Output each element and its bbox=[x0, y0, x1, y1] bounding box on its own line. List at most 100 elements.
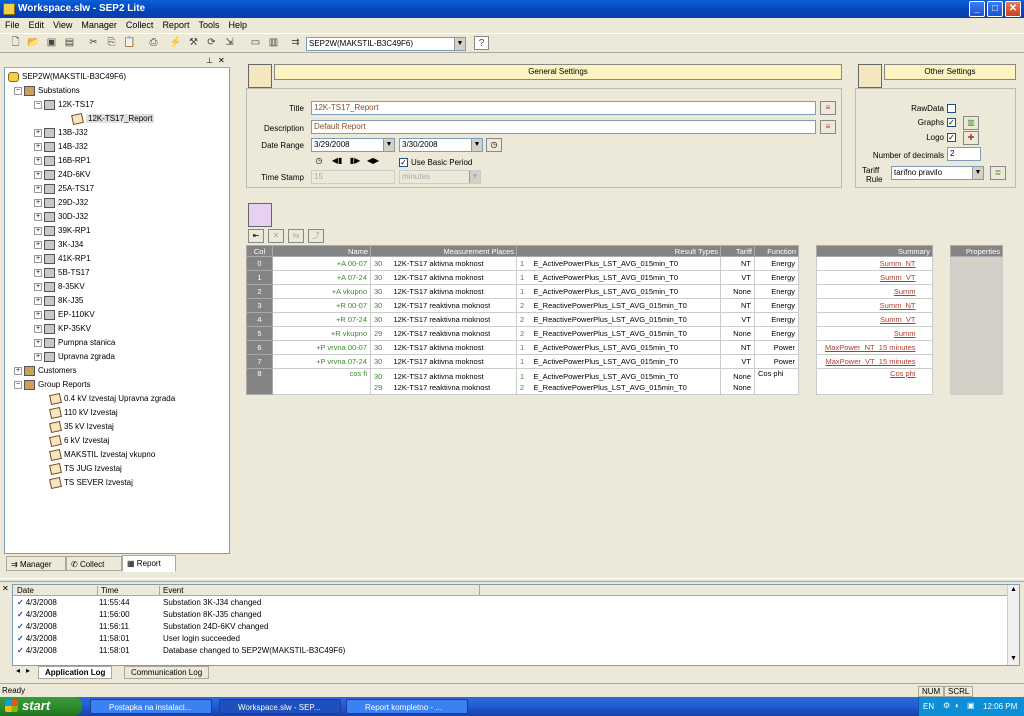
tree-substation-item[interactable]: +24D-6KV bbox=[34, 170, 90, 180]
pin-icon[interactable]: ⊥ bbox=[206, 56, 213, 65]
collapse-icon[interactable]: − bbox=[34, 101, 42, 109]
grid-name-cell[interactable]: cos fi bbox=[272, 368, 371, 395]
save-all-icon[interactable]: ▤ bbox=[62, 36, 77, 50]
grid-mp-id-cell[interactable]: 30 bbox=[370, 256, 391, 271]
grid-name-cell[interactable]: +R vkupno bbox=[272, 326, 371, 341]
splitter[interactable] bbox=[0, 578, 1024, 582]
tree-substation-item[interactable]: +30D-J32 bbox=[34, 212, 88, 222]
grid-rt-cell[interactable]: E_ActivePowerPlus_LST_AVG_015min_T0 bbox=[530, 256, 721, 271]
tree-substation-item[interactable]: +14B-J32 bbox=[34, 142, 88, 152]
grid-function-cell[interactable]: Energy bbox=[754, 270, 799, 285]
expand-icon[interactable]: + bbox=[34, 129, 42, 137]
grid-rt-cell[interactable]: E_ReactivePowerPlus_LST_AVG_015min_T0 bbox=[530, 312, 721, 327]
time-stamp-unit-select[interactable]: minutes ▼ bbox=[399, 170, 481, 184]
grid-mp-cell[interactable]: 12K-TS17 aktivna moknost bbox=[390, 340, 517, 355]
decimals-input[interactable]: 2 bbox=[947, 147, 981, 161]
tab-scroll-right-icon[interactable]: ▸ bbox=[26, 666, 30, 675]
export-icon[interactable]: ⇲ bbox=[222, 36, 237, 50]
grid-rt-id-cell[interactable]: 1 bbox=[516, 256, 531, 271]
expand-icon[interactable]: + bbox=[34, 227, 42, 235]
grid-rt-cell[interactable]: E_ActivePowerPlus_LST_AVG_015min_T0 bbox=[530, 354, 721, 369]
collapse-icon[interactable]: − bbox=[14, 87, 22, 95]
grid-mp-cell[interactable]: 12K-TS17 aktivna moknost bbox=[390, 284, 517, 299]
tab-application-log[interactable]: Application Log bbox=[38, 666, 113, 679]
grid-summary-cell[interactable]: Cos phi bbox=[816, 368, 919, 395]
grid-summary-cell[interactable]: Summ_VT bbox=[816, 270, 919, 285]
time-stamp-input[interactable]: 15 bbox=[311, 170, 395, 184]
tree-substation-open[interactable]: − 12K-TS17 bbox=[34, 100, 94, 110]
copy-column-icon[interactable]: ⤴ bbox=[308, 229, 324, 243]
cut-icon[interactable]: ✂ bbox=[86, 36, 101, 50]
expand-icon[interactable]: + bbox=[34, 283, 42, 291]
tree-report-selected[interactable]: 12K-TS17_Report bbox=[71, 112, 155, 126]
grid-name-cell[interactable]: +A 07-24 bbox=[272, 270, 371, 285]
refresh-icon[interactable]: ⟳ bbox=[204, 36, 219, 50]
volume-icon[interactable]: ◐ bbox=[955, 701, 960, 710]
expand-icon[interactable]: + bbox=[34, 171, 42, 179]
grid-rt-id-cell[interactable]: 1 bbox=[516, 340, 531, 355]
grid-function-cell[interactable]: Power bbox=[754, 354, 799, 369]
grid-rt-cell[interactable]: E_ActivePowerPlus_LST_AVG_015min_T0 E_Rea… bbox=[530, 368, 721, 395]
grid-function-cell[interactable]: Cos phi bbox=[754, 368, 799, 395]
grid-properties-cell[interactable] bbox=[950, 326, 1003, 341]
grid-name-cell[interactable]: +R 07-24 bbox=[272, 312, 371, 327]
grid-name-cell[interactable]: +R 00-07 bbox=[272, 298, 371, 313]
grid-name-cell[interactable]: +P vrvna 07-24 bbox=[272, 354, 371, 369]
log-date-header[interactable]: Date bbox=[17, 586, 34, 595]
grid-mp-id-cell[interactable]: 30 bbox=[370, 270, 391, 285]
grid-mp-id-cell[interactable]: 30 29 bbox=[370, 368, 391, 395]
expand-icon[interactable]: + bbox=[34, 325, 42, 333]
copy-icon[interactable]: ⎘ bbox=[104, 36, 119, 50]
start-button[interactable]: start bbox=[0, 697, 82, 716]
grid-rt-id-cell[interactable]: 2 bbox=[516, 298, 531, 313]
scroll-down-icon[interactable]: ▼ bbox=[1010, 655, 1017, 662]
expand-icon[interactable]: + bbox=[34, 297, 42, 305]
tab-report[interactable]: ▦ Report bbox=[122, 555, 176, 572]
tree-substation-item[interactable]: + KP-35KV bbox=[34, 324, 91, 334]
help-button[interactable]: ? bbox=[474, 36, 489, 50]
rawdata-checkbox[interactable] bbox=[947, 104, 956, 113]
grid-properties-cell[interactable] bbox=[950, 298, 1003, 313]
menu-view[interactable]: View bbox=[48, 18, 76, 30]
grid-function-cell[interactable]: Energy bbox=[754, 298, 799, 313]
tree-substation-item[interactable]: +3K-J34 bbox=[34, 240, 83, 250]
tab-manager[interactable]: ⇉ Manager bbox=[6, 556, 66, 571]
menu-file[interactable]: File bbox=[0, 18, 24, 30]
grid-name-cell[interactable]: +P vrvna 00-07 bbox=[272, 340, 371, 355]
task-postapka[interactable]: Postapka na instalaci... bbox=[90, 699, 212, 714]
tab-collect[interactable]: ✆ Collect bbox=[66, 556, 122, 571]
security-icon[interactable]: ▣ bbox=[967, 701, 975, 710]
disconnect-icon[interactable]: ⚒ bbox=[186, 36, 201, 50]
tree-substation-item[interactable]: +41K-RP1 bbox=[34, 254, 90, 264]
window-icon[interactable]: ▭ bbox=[248, 36, 263, 50]
grid-tariff-cell[interactable]: NT bbox=[720, 340, 755, 355]
grid-rt-cell[interactable]: E_ReactivePowerPlus_LST_AVG_015min_T0 bbox=[530, 298, 721, 313]
tariff-rule-select[interactable]: tarifno pravilo ▼ bbox=[891, 166, 984, 180]
grid-row[interactable]: 0 +A 00-07 30 12K-TS17 aktivna moknost 1 E_Ac… bbox=[246, 256, 1003, 271]
grid-tariff-cell[interactable]: None None bbox=[720, 368, 755, 395]
summary-header[interactable]: Summary bbox=[816, 245, 933, 257]
prev-day-icon[interactable]: ◀▮ bbox=[329, 155, 345, 169]
grid-rt-id-cell[interactable]: 1 bbox=[516, 354, 531, 369]
grid-row[interactable]: 1 +A 07-24 30 12K-TS17 aktivna moknost 1 E_Ac… bbox=[246, 270, 1003, 285]
grid-mp-cell[interactable]: 12K-TS17 reaktivna moknost bbox=[390, 312, 517, 327]
tree-customers[interactable]: + Customers bbox=[14, 366, 77, 376]
expand-icon[interactable]: + bbox=[34, 339, 42, 347]
grid-row[interactable]: 7 +P vrvna 07-24 30 12K-TS17 aktivna moknos… bbox=[246, 354, 1003, 369]
expand-icon[interactable]: + bbox=[34, 255, 42, 263]
grid-row[interactable]: 5 +R vkupno 29 12K-TS17 reaktivna moknost 2 E… bbox=[246, 326, 1003, 341]
use-basic-period-checkbox[interactable]: ✓ bbox=[399, 158, 408, 167]
grid-properties-cell[interactable] bbox=[950, 312, 1003, 327]
tree-substation-item[interactable]: +16B-RP1 bbox=[34, 156, 90, 166]
grid-mp-cell[interactable]: 12K-TS17 aktivna moknost bbox=[390, 354, 517, 369]
clock-button[interactable]: ◷ bbox=[486, 138, 502, 152]
save-icon[interactable]: ▣ bbox=[44, 36, 59, 50]
grid-summary-cell[interactable]: Summ_NT bbox=[816, 298, 919, 313]
grid-properties-cell[interactable] bbox=[950, 256, 1003, 271]
tree-substation-item[interactable]: +39K-RP1 bbox=[34, 226, 90, 236]
close-pane-icon[interactable]: ✕ bbox=[218, 56, 225, 65]
minimize-button[interactable]: _ bbox=[969, 1, 985, 17]
function-header[interactable]: Function bbox=[754, 245, 799, 257]
grid-row[interactable]: 3 +R 00-07 30 12K-TS17 reaktivna moknost 2 E_… bbox=[246, 298, 1003, 313]
grid-mp-cell[interactable]: 12K-TS17 aktivna moknost bbox=[390, 256, 517, 271]
